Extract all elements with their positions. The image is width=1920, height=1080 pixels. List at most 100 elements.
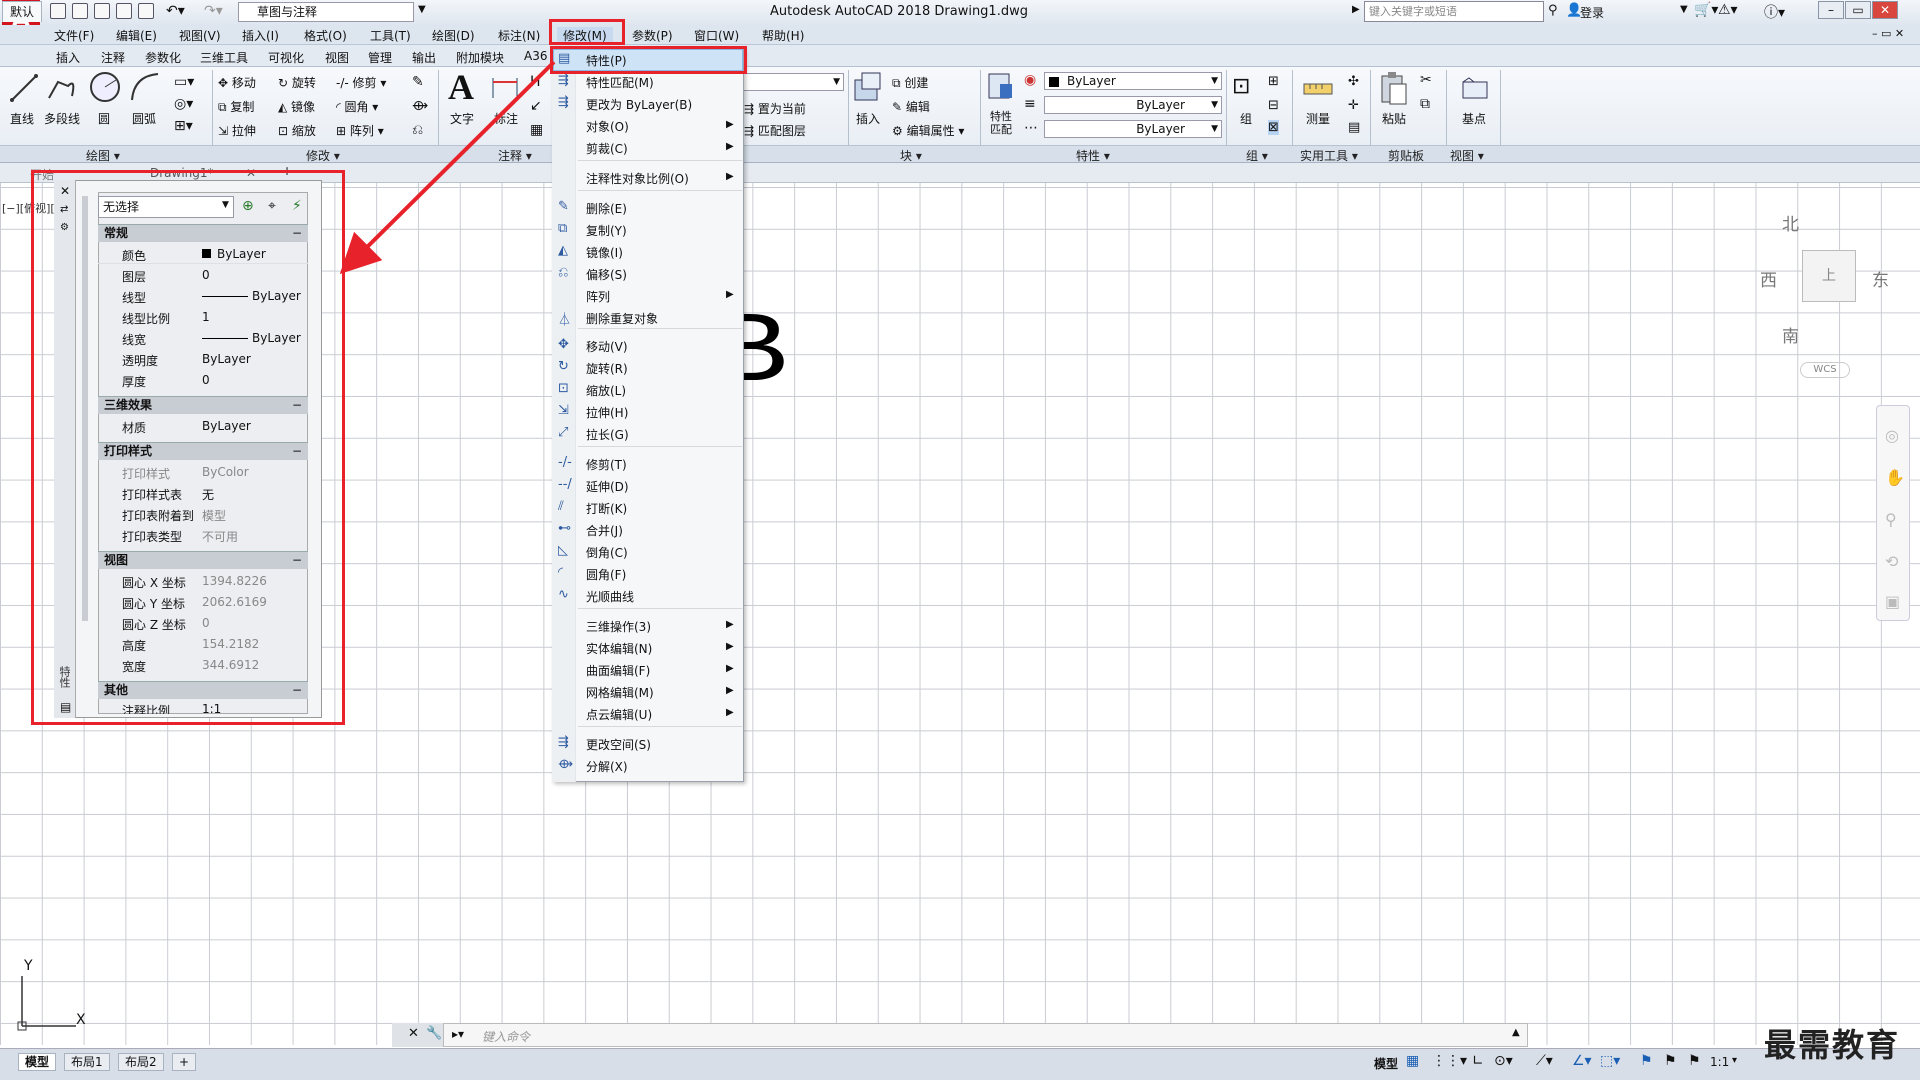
tab-visualize[interactable]: 可视化 [268, 49, 304, 66]
annotation-scale-value[interactable]: 1:1 [1710, 1055, 1729, 1069]
tab-default[interactable]: 默认 [2, 1, 42, 22]
hatch-icon[interactable]: ◎▾ [174, 96, 193, 112]
scale-tool[interactable]: ⊡ 缩放 [278, 122, 316, 139]
set-current-layer[interactable]: ⇶ 置为当前 [744, 100, 806, 117]
create-block[interactable]: ⧉ 创建 [892, 74, 928, 91]
match-properties-icon[interactable] [986, 70, 1016, 104]
menu-item-explode[interactable] [553, 755, 743, 776]
menu-item-mirror[interactable] [553, 241, 743, 262]
tab-parametric[interactable]: 参数化 [145, 49, 181, 66]
viewcube-east[interactable]: 东 [1872, 266, 1889, 291]
new-icon[interactable] [50, 3, 66, 19]
panel-view[interactable]: 视图 ▾ [1450, 147, 1484, 164]
ungroup-icon[interactable]: ⊞ [1268, 74, 1279, 89]
cmd-prompt-icon[interactable]: ▸▾ [452, 1027, 464, 1041]
viewcube-north[interactable]: 北 [1782, 210, 1799, 235]
help-search-input[interactable]: 键入关键字或短语 [1364, 1, 1544, 22]
ortho-icon[interactable]: ∟ [1472, 1053, 1484, 1069]
circle-label[interactable]: 圆 [98, 110, 110, 127]
doc-window-controls[interactable]: – ▭ ✕ [1872, 27, 1904, 40]
login-dropdown-icon[interactable]: ▼ [1680, 4, 1688, 15]
wcs-menu[interactable]: WCS [1800, 362, 1850, 378]
panel-utilities[interactable]: 实用工具 ▾ [1300, 147, 1358, 164]
a360-icon[interactable]: ⚠▾ [1718, 2, 1738, 18]
match-properties-label[interactable]: 特性 匹配 [990, 110, 1012, 136]
menu-item-blend-curves[interactable] [553, 585, 743, 606]
rectangle-icon[interactable]: ▭▾ [174, 74, 194, 90]
store-cart-icon[interactable]: 🛒▾ [1694, 2, 1718, 18]
polyline-label[interactable]: 多段线 [44, 110, 80, 127]
menu-item-object[interactable] [553, 115, 743, 136]
paste-label[interactable]: 粘贴 [1382, 110, 1406, 127]
menu-item-scale[interactable] [553, 379, 743, 400]
steering-wheel-icon[interactable]: ◎ [1885, 426, 1899, 445]
annotation-autoscale-icon[interactable]: ⚑ [1664, 1053, 1677, 1069]
menu-item-extend[interactable] [553, 475, 743, 496]
menu-window[interactable]: 窗口(W) [688, 27, 745, 44]
group-selection-icon[interactable]: ⊠ [1268, 120, 1279, 135]
panel-modify[interactable]: 修改 ▾ [306, 147, 340, 164]
save-icon[interactable] [94, 3, 110, 19]
layout-tab-2[interactable]: 布局2 [118, 1053, 164, 1071]
arc-label[interactable]: 圆弧 [132, 110, 156, 127]
menu-item-lengthen[interactable] [553, 423, 743, 444]
menu-draw[interactable]: 绘图(D) [426, 27, 481, 44]
add-layout-button[interactable]: + [172, 1053, 197, 1071]
match-layer[interactable]: ⇶ 匹配图层 [744, 122, 806, 139]
group-label[interactable]: 组 [1240, 110, 1252, 127]
region-icon[interactable]: ⊞▾ [174, 118, 193, 134]
linetype-dropdown[interactable]: ByLayer ▼ [1044, 96, 1222, 114]
move-tool[interactable]: ✥ 移动 [218, 74, 256, 91]
viewcube-south[interactable]: 南 [1782, 322, 1799, 347]
showmotion-icon[interactable]: ▣ [1885, 592, 1900, 611]
pan-icon[interactable]: ✋ [1885, 468, 1905, 487]
tab-annotate[interactable]: 注释 [101, 49, 125, 66]
undo-icon[interactable]: ↶▾ [166, 3, 185, 19]
measure-label[interactable]: 测量 [1306, 110, 1330, 127]
search-expand-icon[interactable]: ▶ [1352, 4, 1360, 15]
edit-block[interactable]: ✎ 编辑 [892, 98, 930, 115]
redo-icon[interactable]: ↷▾ [204, 3, 223, 19]
copy-clip-icon[interactable]: ⧉ [1420, 96, 1430, 112]
tab-3dtools[interactable]: 三维工具 [200, 49, 248, 66]
mirror-tool[interactable]: ◭ 镜像 [278, 98, 315, 115]
menu-parametric[interactable]: 参数(P) [626, 27, 679, 44]
menu-format[interactable]: 格式(O) [298, 27, 353, 44]
line-label[interactable]: 直线 [10, 110, 34, 127]
model-space-button[interactable]: 模型 [1374, 1055, 1398, 1072]
open-icon[interactable] [72, 3, 88, 19]
panel-draw[interactable]: 绘图 ▾ [86, 147, 120, 164]
polar-icon[interactable]: ⊙▾ [1494, 1053, 1513, 1069]
polyline-icon[interactable] [46, 72, 78, 104]
cmd-close-icon[interactable]: ✕ [408, 1026, 419, 1041]
grid-icon[interactable]: ▦ [1406, 1053, 1419, 1069]
cmd-history-icon[interactable]: ▲ [1512, 1027, 1520, 1038]
zoom-icon[interactable]: ⚲ [1885, 510, 1897, 529]
insert-block-icon[interactable] [852, 70, 884, 104]
group-icon[interactable]: ⊡ [1232, 74, 1250, 99]
menu-item-join[interactable] [553, 519, 743, 540]
stretch-tool[interactable]: ⇲ 拉伸 [218, 122, 256, 139]
layout-tab-1[interactable]: 布局1 [64, 1053, 110, 1071]
menu-item-copy[interactable] [553, 219, 743, 240]
minimize-button[interactable]: – [1818, 1, 1844, 19]
layout-tab-model[interactable]: 模型 [18, 1053, 57, 1071]
login-button[interactable]: 登录 [1580, 4, 1604, 21]
menu-item-rotate[interactable] [553, 357, 743, 378]
orbit-icon[interactable]: ⟲ [1885, 552, 1898, 571]
panel-groups[interactable]: 组 ▾ [1246, 147, 1268, 164]
copy-tool[interactable]: ⧉ 复制 [218, 98, 254, 115]
menu-view[interactable]: 视图(V) [173, 27, 227, 44]
point-icon[interactable]: ✣ [1348, 74, 1359, 89]
menu-dimension[interactable]: 标注(N) [492, 27, 546, 44]
restore-button[interactable]: ▭ [1845, 1, 1871, 19]
annotation-visibility-icon[interactable]: ⚑ [1640, 1053, 1653, 1069]
menu-item-fillet[interactable] [553, 563, 743, 584]
command-line[interactable] [392, 1023, 1528, 1047]
arc-icon[interactable] [128, 70, 162, 104]
measure-icon[interactable] [1302, 76, 1334, 100]
annotation-scale-dropdown-icon[interactable]: ▾ [1732, 1055, 1737, 1066]
paste-icon[interactable] [1378, 70, 1408, 106]
help-icon[interactable]: ⓘ▾ [1764, 2, 1785, 22]
color-wheel-icon[interactable]: ◉ [1024, 72, 1036, 88]
